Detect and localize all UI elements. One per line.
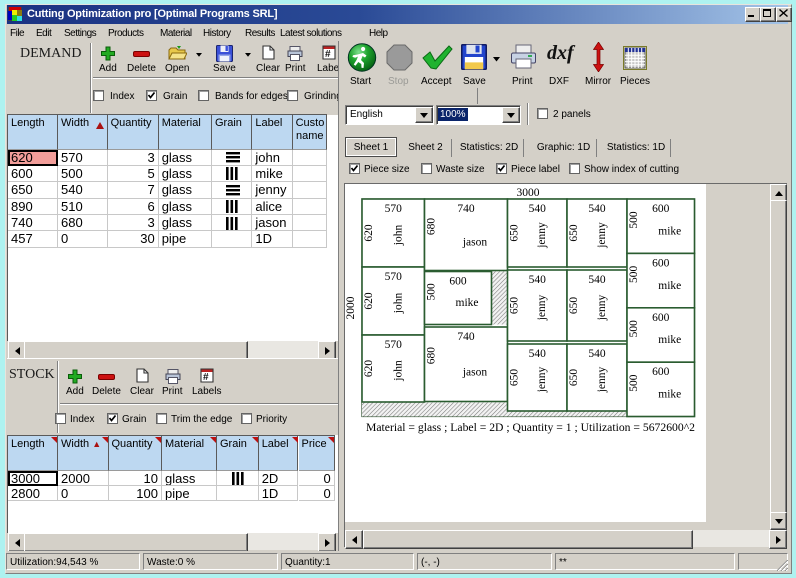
svg-text:john: john (392, 225, 404, 247)
svg-text:jason: jason (462, 366, 488, 378)
svg-text:#: # (203, 372, 209, 383)
svg-text:650: 650 (509, 369, 521, 387)
svg-text:500: 500 (628, 211, 640, 229)
svg-text:2000: 2000 (345, 296, 357, 319)
svg-text:540: 540 (588, 274, 606, 286)
svg-text:680: 680 (426, 347, 438, 365)
svg-text:mike: mike (658, 334, 681, 346)
svg-text:540: 540 (529, 203, 547, 215)
svg-text:500: 500 (628, 374, 640, 392)
svg-text:650: 650 (568, 224, 580, 242)
svg-text:500: 500 (426, 283, 438, 301)
svg-text:Material = glass ; Label = 2D: Material = glass ; Label = 2D ; Quantity… (366, 420, 695, 434)
svg-text:620: 620 (363, 360, 375, 378)
svg-text:jenny: jenny (536, 222, 548, 249)
svg-text:600: 600 (652, 257, 670, 269)
svg-text:jenny: jenny (596, 366, 608, 393)
svg-text:680: 680 (426, 218, 438, 236)
svg-text:600: 600 (652, 203, 670, 215)
svg-text:mike: mike (658, 280, 681, 292)
svg-text:650: 650 (509, 224, 521, 242)
svg-text:540: 540 (529, 348, 547, 360)
svg-text:mike: mike (658, 225, 681, 237)
svg-text:540: 540 (529, 274, 547, 286)
svg-text:620: 620 (363, 292, 375, 310)
svg-text:john: john (392, 293, 404, 315)
svg-text:mike: mike (658, 388, 681, 400)
svg-text:jenny: jenny (596, 294, 608, 321)
svg-text:#: # (325, 49, 331, 60)
svg-text:jenny: jenny (596, 222, 608, 249)
svg-text:500: 500 (628, 265, 640, 283)
svg-text:650: 650 (568, 369, 580, 387)
svg-text:570: 570 (385, 203, 403, 215)
svg-text:540: 540 (588, 203, 606, 215)
svg-text:mike: mike (456, 297, 479, 309)
svg-text:540: 540 (588, 348, 606, 360)
svg-text:jason: jason (462, 236, 488, 248)
svg-text:740: 740 (457, 331, 475, 343)
svg-text:650: 650 (509, 297, 521, 315)
svg-text:jenny: jenny (536, 366, 548, 393)
svg-text:jenny: jenny (536, 294, 548, 321)
svg-text:600: 600 (652, 312, 670, 324)
svg-text:500: 500 (628, 320, 640, 338)
svg-text:620: 620 (363, 224, 375, 242)
svg-text:john: john (392, 360, 404, 382)
svg-text:570: 570 (385, 339, 403, 351)
svg-text:600: 600 (652, 366, 670, 378)
svg-text:3000: 3000 (517, 187, 540, 199)
svg-text:650: 650 (568, 297, 580, 315)
svg-text:600: 600 (449, 276, 467, 288)
svg-text:570: 570 (385, 271, 403, 283)
svg-text:740: 740 (457, 203, 475, 215)
